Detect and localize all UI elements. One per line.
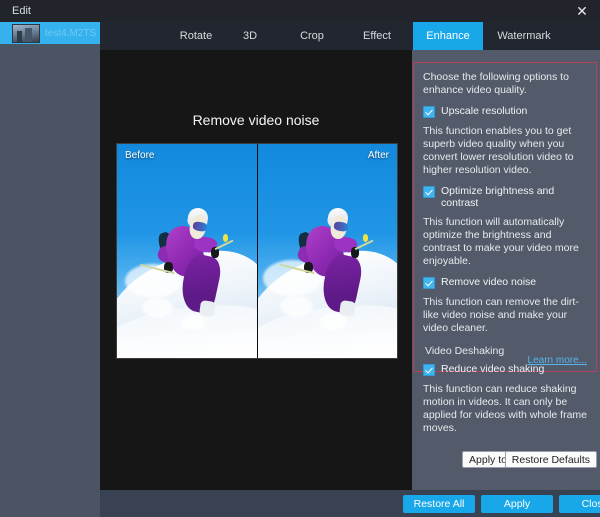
tab-bar: Rotate 3D Crop Effect Enhance Watermark (100, 22, 600, 50)
upscale-resolution-description: This function enables you to get superb … (423, 125, 574, 176)
page-title: Remove video noise (192, 112, 320, 128)
dialog-footer: Restore All Apply Close (100, 490, 600, 517)
close-button[interactable]: Close (559, 495, 600, 513)
before-label: Before (125, 150, 155, 161)
checkbox-checked-icon[interactable] (423, 106, 435, 118)
checkbox-checked-icon[interactable] (423, 364, 435, 376)
tab-watermark[interactable]: Watermark (483, 22, 565, 50)
checkbox-upscale-resolution[interactable]: Upscale resolution (423, 105, 587, 118)
checkbox-label: Upscale resolution (441, 105, 528, 117)
close-icon[interactable]: ✕ (572, 3, 592, 20)
tab-crop[interactable]: Crop (278, 22, 346, 50)
ski-scene-before-image (117, 144, 257, 358)
tab-3d[interactable]: 3D (220, 22, 280, 50)
checkbox-label: Optimize brightness and contrast (441, 185, 555, 209)
remove-video-noise-description: This function can remove the dirt-like v… (423, 296, 579, 334)
apply-button[interactable]: Apply (481, 495, 553, 513)
tab-effect[interactable]: Effect (342, 22, 412, 50)
enhance-options-panel: Choose the following options to enhance … (412, 50, 600, 490)
sidebar-footer (0, 490, 100, 517)
reduce-video-shaking-description: This function can reduce shaking motion … (423, 383, 588, 434)
after-preview: After (256, 144, 397, 358)
checkbox-label: Remove video noise (441, 276, 537, 288)
ski-scene-after-image (257, 144, 397, 358)
options-highlight-box: Choose the following options to enhance … (413, 62, 597, 434)
window-title: Edit (12, 5, 31, 17)
checkbox-checked-icon[interactable] (423, 186, 435, 198)
before-preview: Before (117, 144, 257, 358)
tab-enhance[interactable]: Enhance (413, 22, 483, 50)
checkbox-checked-icon[interactable] (423, 277, 435, 289)
video-thumbnail-icon (12, 23, 40, 43)
optimize-brightness-contrast-description: This function will automatically optimiz… (423, 216, 579, 267)
checkbox-remove-video-noise[interactable]: Remove video noise (423, 276, 587, 289)
before-after-comparison: Before After (116, 143, 398, 359)
file-list-sidebar: test4.M2TS (0, 22, 100, 490)
list-item[interactable]: test4.M2TS (0, 22, 100, 44)
options-intro-text: Choose the following options to enhance … (423, 71, 569, 96)
file-name-label: test4.M2TS (45, 27, 97, 39)
preview-stage: Remove video noise Before After (100, 50, 412, 490)
learn-more-link[interactable]: Learn more... (528, 355, 587, 366)
checkbox-optimize-brightness-contrast[interactable]: Optimize brightness and contrast (423, 185, 587, 209)
restore-defaults-button[interactable]: Restore Defaults (504, 451, 597, 468)
title-bar: Edit ✕ (0, 0, 600, 22)
after-label: After (367, 150, 389, 161)
restore-all-button[interactable]: Restore All (403, 495, 475, 513)
